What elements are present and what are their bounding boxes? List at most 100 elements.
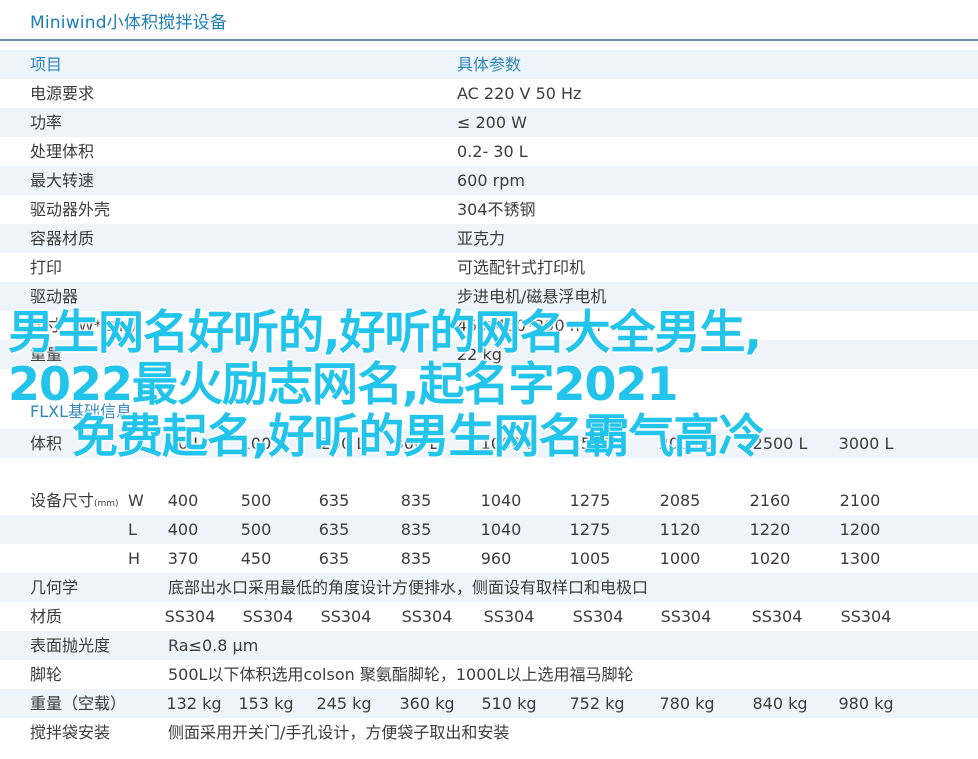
spec-key: 处理体积 [30,142,95,161]
dim-cell: 2100 [839,491,881,510]
dim-cell: 1220 [749,520,791,539]
polish-text: Ra≤0.8 μm [168,636,259,655]
dim-cell: 450 [240,549,272,568]
volume-row: 体积 50 L 100 L 200 L 300 L 1000 L 1500 L … [0,429,978,458]
geometry-text: 底部出水口采用最低的角度设计方便排水，侧面设有取样口和电极口 [168,578,649,597]
title-divider [0,39,978,41]
geometry-label: 几何学 [30,578,79,597]
dim-cell: 400 [167,491,199,510]
size-row-l: L 400 500 635 835 1040 1275 1120 1220 12… [0,515,978,544]
material-row: 材质 SS304 SS304 SS304 SS304 SS304 SS304 S… [0,602,978,631]
dim-cell: 835 [400,491,432,510]
dim-cell: 1120 [659,520,701,539]
weight-cell: 980 kg [838,694,894,713]
dim-cell: 1275 [569,520,611,539]
volume-label: 体积 [30,434,63,453]
dim-cell: 1020 [749,549,791,568]
spec-row: 功率 ≤ 200 W [0,108,978,137]
spec-key: 打印 [30,258,63,277]
spec-value: ≤ 200 W [457,113,527,132]
spec-key: 最大转速 [30,171,95,190]
spec-row: 最大转速 600 rpm [0,166,978,195]
dim-cell: 635 [318,520,350,539]
size-label-text: 设备尺寸 [30,491,95,510]
spec-key: 重量 [30,345,63,364]
dim-cell: 2160 [749,491,791,510]
spec-row: 打印 可选配针式打印机 [0,253,978,282]
spec-value: 304不锈钢 [457,200,536,219]
axis-label: H [128,549,141,568]
material-cell: SS304 [242,607,294,626]
casters-row: 脚轮 500L以下体积选用colson 聚氨酯脚轮，1000L以上选用福马脚轮 [0,660,978,689]
spec-value: 亚克力 [457,229,506,248]
bag-row: 搅拌袋安装 侧面采用开关门/手孔设计，方便袋子取出和安装 [0,718,978,747]
spec-key: 驱动器外壳 [30,200,111,219]
spec-row: 电源要求 AC 220 V 50 Hz [0,79,978,108]
dim-cell: 500 [240,520,272,539]
dim-cell: 960 [480,549,512,568]
polish-row: 表面抛光度 Ra≤0.8 μm [0,631,978,660]
weight-cell: 245 kg [316,694,372,713]
size-row-w: 设备尺寸(mm) W 400 500 635 835 1040 1275 208… [0,486,978,515]
spec-key: 容器材质 [30,229,95,248]
bag-text: 侧面采用开关门/手孔设计，方便袋子取出和安装 [168,723,510,742]
dim-cell: 2085 [659,491,701,510]
section-title: FLXL基础信息 [30,402,132,421]
dim-cell: 1005 [569,549,611,568]
spec-row: 驱动器外壳 304不锈钢 [0,195,978,224]
volume-cell: 3000 L [838,434,894,453]
volume-cell: 1000 L [480,434,536,453]
spec-value: 450*450*290 mm [457,316,601,335]
material-cell: SS304 [572,607,624,626]
axis-label: L [128,520,137,539]
spec-value: 0.2- 30 L [457,142,528,161]
weight-cell: 780 kg [659,694,715,713]
volume-cell: 2500 L [752,434,808,453]
page-title: Miniwind小体积搅拌设备 [30,13,228,33]
spec-value: 步进电机/磁悬浮电机 [457,287,607,306]
volume-cell: 2000 L [658,434,714,453]
spec-value: AC 220 V 50 Hz [457,84,582,103]
weight-cell: 510 kg [481,694,537,713]
weight-cell: 132 kg [166,694,222,713]
axis-label: W [128,491,144,510]
dim-cell: 835 [400,520,432,539]
material-cell: SS304 [320,607,372,626]
polish-label: 表面抛光度 [30,636,111,655]
geometry-row: 几何学 底部出水口采用最低的角度设计方便排水，侧面设有取样口和电极口 [0,573,978,602]
material-cell: SS304 [164,607,216,626]
weight-row: 重量（空载） 132 kg 153 kg 245 kg 360 kg 510 k… [0,689,978,718]
material-cell: SS304 [751,607,803,626]
volume-cell: 200 L [320,434,366,453]
material-label: 材质 [30,607,63,626]
spec-row: 处理体积 0.2- 30 L [0,137,978,166]
dim-cell: 1040 [480,491,522,510]
dim-cell: 1200 [839,520,881,539]
dim-cell: 1275 [569,491,611,510]
weight-cell: 840 kg [752,694,808,713]
spec-header-param: 具体参数 [457,55,522,74]
dim-cell: 370 [167,549,199,568]
casters-label: 脚轮 [30,665,63,684]
dim-cell: 1000 [659,549,701,568]
spec-row: 重量 22 kg [0,340,978,369]
material-cell: SS304 [401,607,453,626]
spec-row: 驱动器 步进电机/磁悬浮电机 [0,282,978,311]
spec-key: 尺寸（W*L*H） [30,316,147,335]
volume-cell: 100 L [240,434,286,453]
dim-cell: 1040 [480,520,522,539]
casters-text: 500L以下体积选用colson 聚氨酯脚轮，1000L以上选用福马脚轮 [168,665,634,684]
volume-cell: 1500 L [570,434,626,453]
bag-label: 搅拌袋安装 [30,723,111,742]
dim-cell: 1300 [839,549,881,568]
spec-row: 尺寸（W*L*H） 450*450*290 mm [0,311,978,340]
spec-value: 22 kg [457,345,502,364]
dim-cell: 635 [318,549,350,568]
dim-cell: 835 [400,549,432,568]
dim-cell: 400 [167,520,199,539]
spec-row: 容器材质 亚克力 [0,224,978,253]
spec-header-item: 项目 [30,55,63,74]
size-row-h: H 370 450 635 835 960 1005 1000 1020 130… [0,544,978,573]
material-cell: SS304 [840,607,892,626]
spec-header-row: 项目 具体参数 [0,50,978,79]
